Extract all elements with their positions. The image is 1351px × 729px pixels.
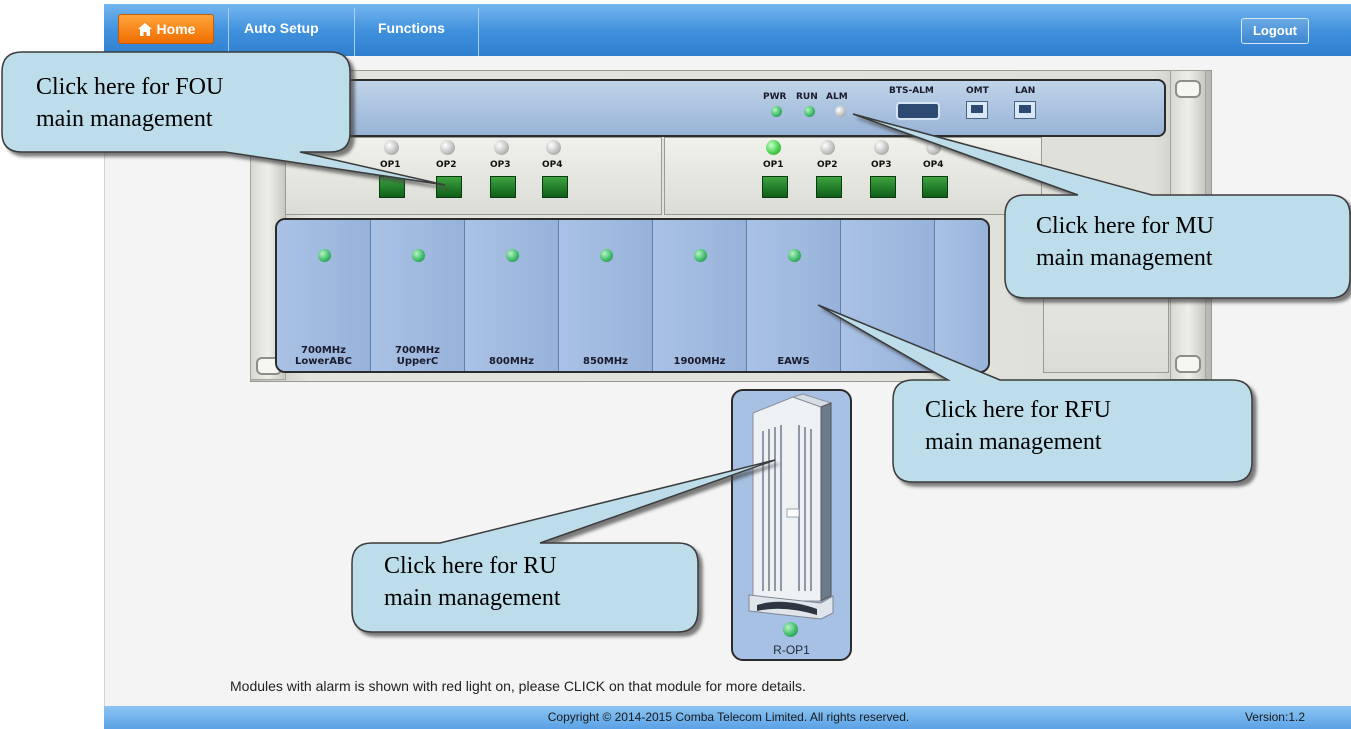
- version-text: Version:1.2: [1244, 710, 1305, 724]
- copyright-text: Copyright © 2014-2015 Comba Telecom Limi…: [547, 710, 910, 724]
- callout-ru-text[interactable]: Click here for RU main management: [384, 550, 561, 614]
- callout-mu-text[interactable]: Click here for MU main management: [1036, 210, 1214, 274]
- alarm-note: Modules with alarm is shown with red lig…: [230, 678, 806, 694]
- callout-fou-text[interactable]: Click here for FOU main management: [36, 71, 223, 135]
- footer: Copyright © 2014-2015 Comba Telecom Limi…: [104, 706, 1351, 729]
- callout-rfu-text[interactable]: Click here for RFU main management: [925, 394, 1111, 458]
